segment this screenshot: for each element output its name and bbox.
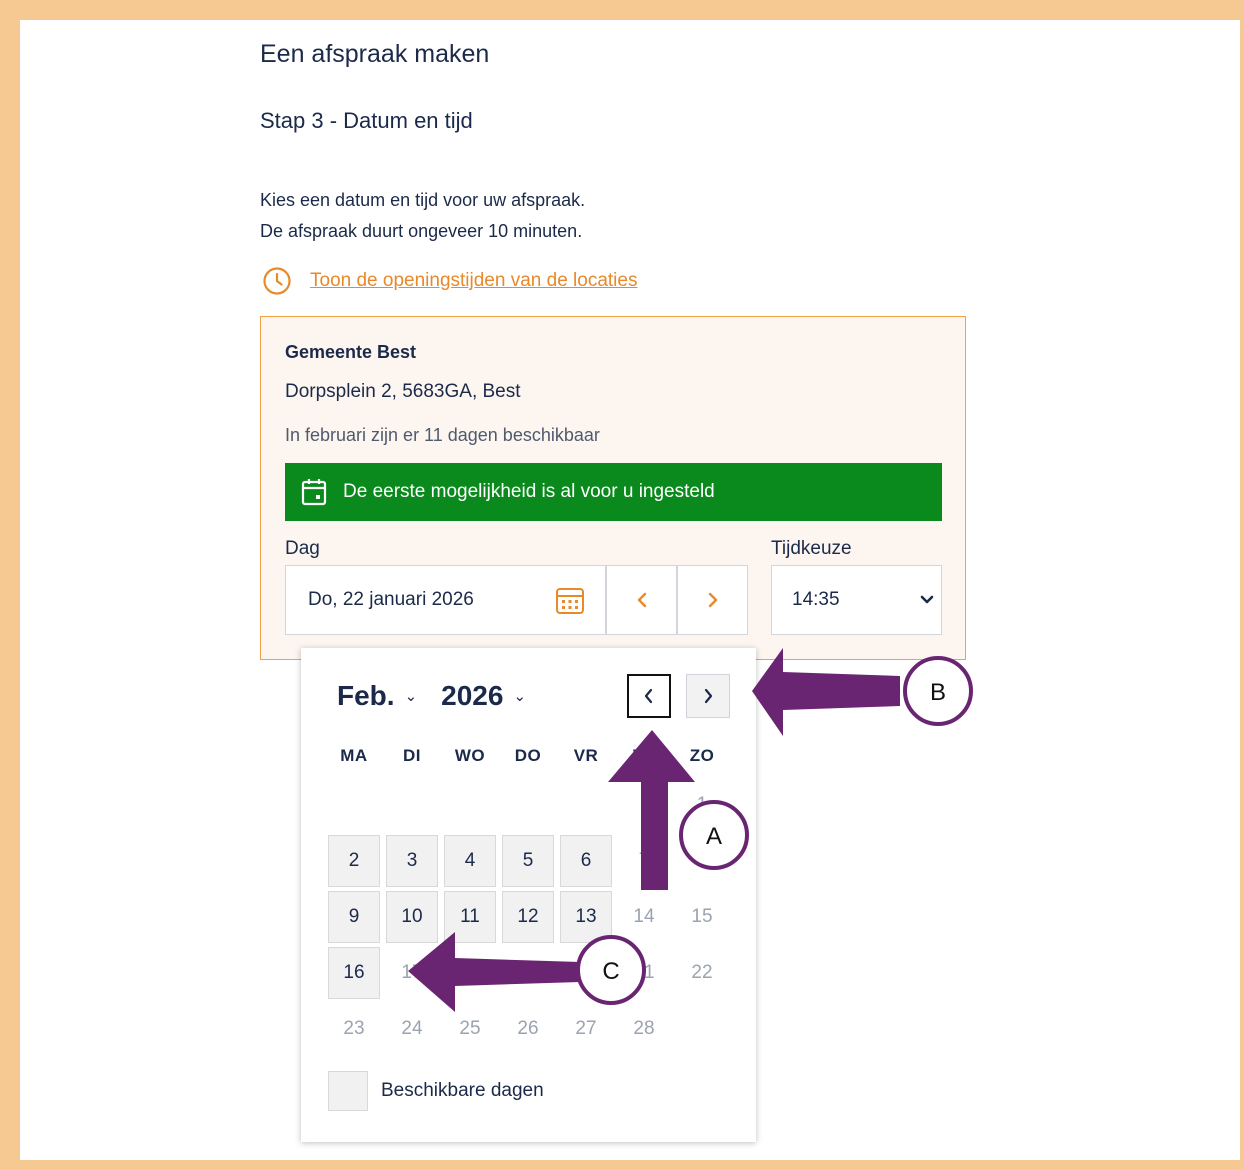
arrow-b [752,648,900,736]
annotation-label-c: C [602,958,619,985]
annotation-label-a: A [706,823,722,850]
annotation-overlay: B A C [408,648,973,1012]
arrow-c [408,932,580,1012]
annotation-label-b: B [930,679,946,706]
arrow-a [608,730,695,890]
